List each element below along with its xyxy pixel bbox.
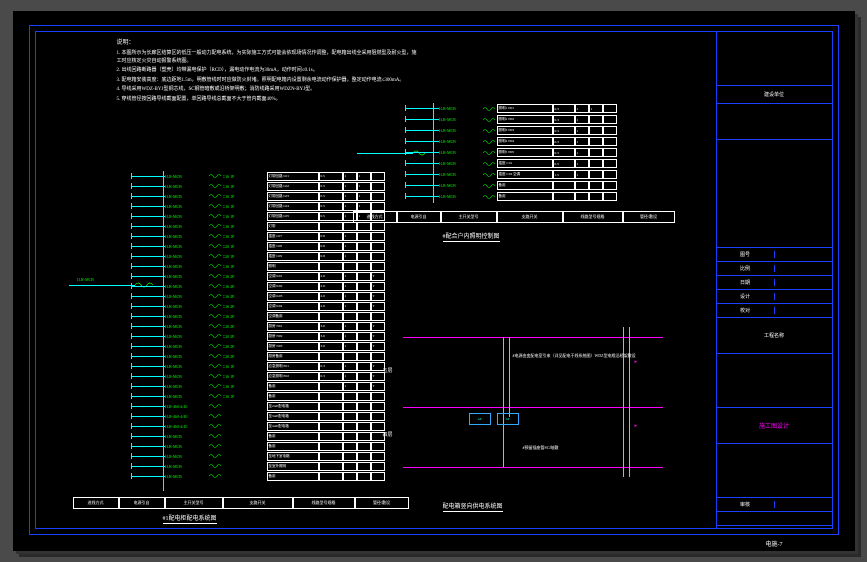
circuit-row: 1LR-MCB备用	[131, 471, 411, 481]
circuit-row: 1LR-MCB备用	[405, 180, 689, 191]
main-table-header: 进线方式 电源引自 主开关型号 支路开关 线路型号规格 管径/敷设	[73, 497, 413, 509]
sub-circuit-table: 1LR-MCB照明1 N010.3111LR-MCB照明2 N020.311LR…	[405, 103, 689, 202]
circuit-row: 1LR-MCB照明3 N030.31	[405, 125, 689, 136]
circuit-row: 1LR-MCBC20 2P厨房备用	[131, 351, 411, 361]
tb-owner: 建设单位	[717, 86, 832, 104]
tb-r1: 比例	[717, 262, 832, 276]
tb-r4: 校对	[717, 304, 832, 318]
drawing-sheet[interactable]: 建设单位 图号 比例 日期 设计 校对 工程名称 施工图设计 审核 电施-7 说…	[13, 11, 855, 551]
tb-spacer1	[717, 140, 832, 194]
note-line: 4. 导线采用WDZ-BYJ型铜芯线，SC钢管暗敷或沿桥架明敷；消防线路采用WD…	[117, 86, 417, 94]
note-line: 3. 配电箱安装高度：底边距地1.5m，明敷管线时时应做防火封堵。照明配电箱内设…	[117, 77, 417, 85]
tb-r6	[717, 512, 832, 526]
circuit-row: 1LR-MCB备用	[131, 441, 411, 451]
circuit-row: 1LR-MCB插座 C010.51	[405, 158, 689, 169]
circuit-row: 1LR-MCBC20 2P厨房 N023.01T	[131, 331, 411, 341]
tb-spacer3	[717, 444, 832, 498]
arrow-down-icon: ▸	[635, 359, 638, 365]
circuit-row: 1LR-MCB照明1 N010.311	[405, 103, 689, 114]
note-line: 5. 穿线管径按回路导线截面配置，单回路导线总截面不大于管内截面40%。	[117, 96, 417, 104]
tb-r2: 日期	[717, 276, 832, 290]
riser-caption: 配电箱竖向供电系统图	[443, 501, 503, 512]
circuit-row: 1LR-MCB至地下室电箱	[131, 451, 411, 461]
circuit-row: 1LR-MCBC16 2P空调 K022.01T	[131, 281, 411, 291]
tb-r0: 图号	[717, 248, 832, 262]
circuit-row: 1LR-MCBC16 1P灯带回路 L040.511	[131, 201, 411, 211]
circuit-row: 1LR-MCBC16 1P灯带回路 L020.511	[131, 181, 411, 191]
tb-r3: 设计	[717, 290, 832, 304]
circuit-row: 1LR-MCB插座 C02 空调1.51	[405, 169, 689, 180]
tb-owner-val	[717, 104, 832, 140]
sub-table-caption: #配合户内照明控制图	[443, 231, 500, 242]
panel-box: AP	[469, 413, 491, 425]
panel-box: AP	[497, 413, 519, 425]
tb-proj: 工程名称	[717, 318, 832, 354]
circuit-row: 1LR-MCBC16 1P应急照明 E020.31T	[131, 371, 411, 381]
circuit-row: 1LR-460-4/40至2AP配电箱	[131, 401, 411, 411]
riser-diagram: 五层 四层 AP AP #电源由变配电室引来（详见配电干线系统图）WDZ型电缆沿…	[373, 297, 683, 497]
circuit-row: 1LR-MCBC20 1P插座 L090.81	[131, 251, 411, 261]
tb-stage: 施工图设计	[717, 408, 832, 444]
notes-heading: 说明：	[117, 39, 417, 48]
circuit-row: 1LR-MCB照明4 N040.31	[405, 136, 689, 147]
title-block: 建设单位 图号 比例 日期 设计 校对 工程名称 施工图设计 审核 电施-7	[716, 32, 832, 528]
circuit-row: 1LR-MCBC20 1P插座 L080.81	[131, 241, 411, 251]
circuit-row: 1LR-MCBC16 1P灯带回路 L030.511	[131, 191, 411, 201]
tb-r5: 审核	[717, 498, 832, 512]
circuit-row: 1LR-MCB照明2 N020.31	[405, 114, 689, 125]
circuit-row: 1LR-MCBC20 2P厨房 N013.01T	[131, 321, 411, 331]
circuit-row: 1LR-MCB备用	[405, 191, 689, 202]
circuit-row: 1LR-MCBC16 2P空调备用	[131, 311, 411, 321]
paper: 建设单位 图号 比例 日期 设计 校对 工程名称 施工图设计 审核 电施-7 说…	[13, 11, 855, 551]
circuit-row: 1LR-MCBC16 1P灯带回路 L010.511	[131, 171, 411, 181]
circuit-row: 1LR-460-4/40至3AP配电箱	[131, 411, 411, 421]
circuit-row: 1LR-MCBC16 1P照明	[131, 261, 411, 271]
main-table-caption: #1配电柜配电系统图	[163, 513, 217, 524]
note-line: 1. 本图所示为长廊区结算区的低压一般动力配电系统，为实际施工方式可能会依现场情…	[117, 50, 417, 65]
general-notes: 说明： 1. 本图所示为长廊区结算区的低压一般动力配电系统，为实际施工方式可能会…	[117, 39, 417, 105]
circuit-row: 1LR-MCB照明5 N050.31	[405, 147, 689, 158]
sub-table-header: 进线方式 电源引自 主开关型号 支路开关 线路型号规格 管径/敷设	[353, 211, 689, 223]
circuit-row: 1LR-MCBC16 1P备用	[131, 391, 411, 401]
tb-spacer2	[717, 354, 832, 408]
arrow-down-icon: ▸	[635, 423, 638, 429]
note-line: 2. 出线回路断路器（塑壳）均带漏电保护（RCD），漏电动作电流为30mA，动作…	[117, 67, 417, 75]
circuit-row: 1LR-MCBC16 2P空调 K012.01T	[131, 271, 411, 281]
circuit-row: 1LR-MCBC20 2P厨房 N033.01T	[131, 341, 411, 351]
circuit-row: 1LR-MCB备用	[131, 431, 411, 441]
circuit-row: 1LR-MCBC16 1P应急照明 E010.31T	[131, 361, 411, 371]
tb-dwgno: 电施-7	[717, 526, 832, 551]
circuit-row: 1LR-MCBC16 1P备用1T	[131, 381, 411, 391]
tb-spacer1b	[717, 194, 832, 248]
circuit-row: 1LR-460-4/40至4AP配电箱	[131, 421, 411, 431]
circuit-row: 1LR-MCB至室外照明	[131, 461, 411, 471]
circuit-row: 1LR-MCBC16 1P插座 L070.81	[131, 231, 411, 241]
circuit-row: 1LR-MCBC16 2P空调 K032.01T	[131, 291, 411, 301]
circuit-row: 1LR-MCBC16 2P空调 K042.01T	[131, 301, 411, 311]
tb-logo	[717, 32, 832, 86]
viewport: 建设单位 图号 比例 日期 设计 校对 工程名称 施工图设计 审核 电施-7 说…	[0, 0, 867, 562]
